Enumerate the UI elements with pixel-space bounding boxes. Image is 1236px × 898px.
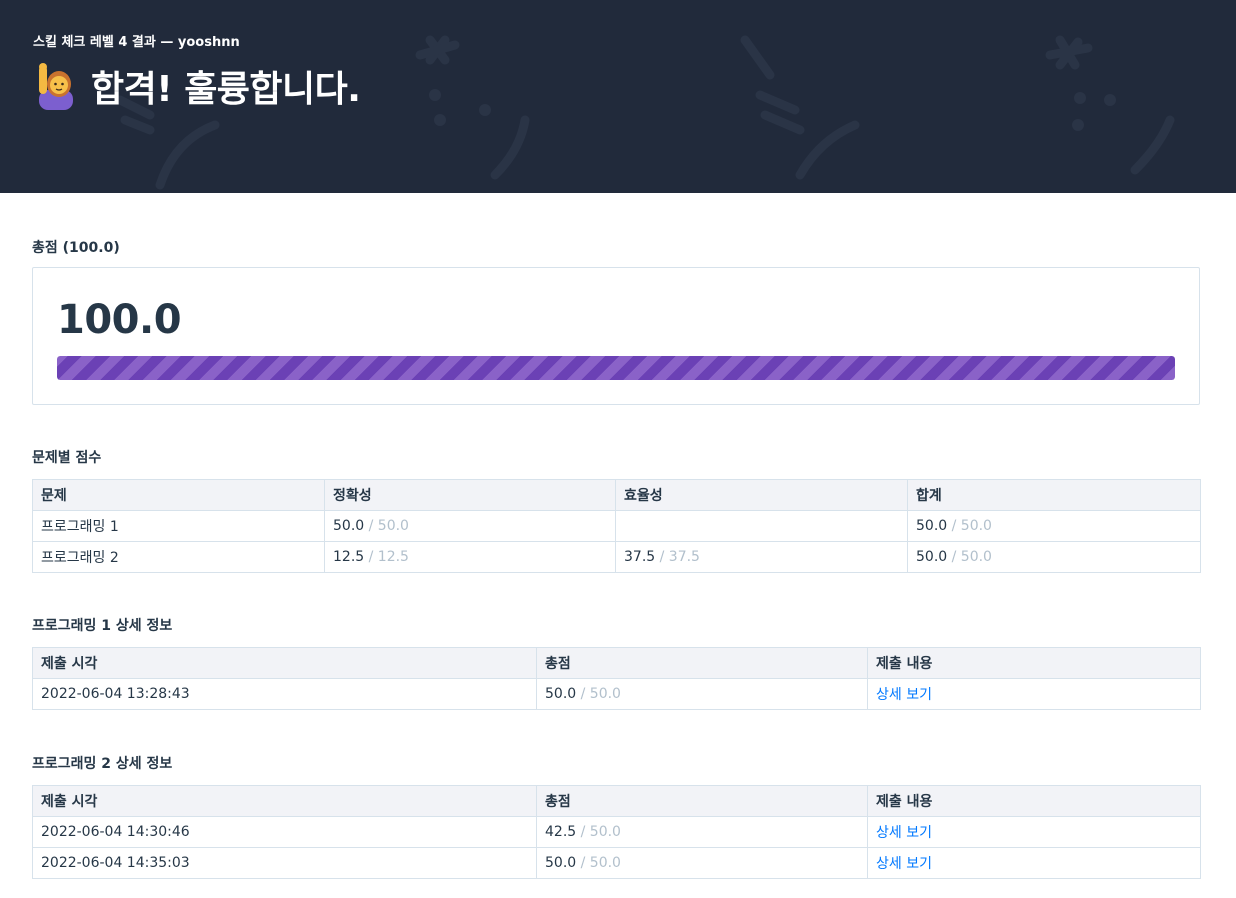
score-cell: 50.0 / 50.0	[536, 847, 868, 879]
total-score-value: 100.0	[57, 297, 182, 343]
table-header-row: 문제 정확성 효율성 합계	[32, 479, 1201, 511]
column-header-total: 합계	[907, 479, 1201, 511]
view-details-link[interactable]: 상세 보기	[876, 825, 932, 841]
problem-name: 프로그래밍 2	[32, 541, 325, 573]
column-header-submit-time: 제출 시각	[32, 647, 537, 679]
score-cell: 50.0 / 50.0	[536, 678, 868, 710]
total-cell: 50.0 / 50.0	[907, 510, 1201, 542]
table-row: 2022-06-04 14:35:03 50.0 / 50.0 상세 보기	[32, 847, 1201, 879]
detail-section-problem-2: 프로그래밍 2 상세 정보 제출 시각 총점 제출 내용 2022-06-04 …	[32, 753, 1201, 879]
person-raising-hand-icon	[39, 63, 73, 110]
efficiency-cell: 37.5 / 37.5	[615, 541, 908, 573]
result-title-row: 합격! 훌륭합니다.	[33, 60, 361, 112]
table-header-row: 제출 시각 총점 제출 내용	[32, 647, 1201, 679]
accuracy-score: 12.5	[333, 549, 365, 565]
accuracy-score: 50.0	[333, 518, 365, 534]
submit-time: 2022-06-04 14:30:46	[32, 816, 537, 848]
result-title: 합격! 훌륭합니다.	[91, 69, 361, 110]
total-score-progress-fill	[57, 356, 1175, 380]
detail-title-problem-1: 프로그래밍 1 상세 정보	[32, 618, 173, 634]
table-header-row: 제출 시각 총점 제출 내용	[32, 785, 1201, 817]
problem-name: 프로그래밍 1	[32, 510, 325, 542]
link-cell: 상세 보기	[867, 847, 1201, 879]
view-details-link[interactable]: 상세 보기	[876, 687, 932, 703]
column-header-submit-time: 제출 시각	[32, 785, 537, 817]
submission-max: / 50.0	[580, 686, 621, 702]
submissions-table-problem-1: 제출 시각 총점 제출 내용 2022-06-04 13:28:43 50.0 …	[32, 647, 1201, 710]
table-row: 2022-06-04 13:28:43 50.0 / 50.0 상세 보기	[32, 678, 1201, 710]
link-cell: 상세 보기	[867, 816, 1201, 848]
table-row: 프로그래밍 2 12.5 / 12.5 37.5 / 37.5 50.0 / 5…	[32, 541, 1201, 573]
link-cell: 상세 보기	[867, 678, 1201, 710]
total-max: / 50.0	[951, 518, 992, 534]
submission-score: 50.0	[545, 855, 577, 871]
submission-max: / 50.0	[580, 855, 621, 871]
detail-section-problem-1: 프로그래밍 1 상세 정보 제출 시각 총점 제출 내용 2022-06-04 …	[32, 615, 1201, 710]
efficiency-cell	[615, 510, 908, 542]
column-header-problem: 문제	[32, 479, 325, 511]
submit-time: 2022-06-04 14:35:03	[32, 847, 537, 879]
total-max: / 50.0	[951, 549, 992, 565]
column-header-accuracy: 정확성	[324, 479, 616, 511]
column-header-score: 총점	[536, 647, 868, 679]
total-score-card: 100.0	[32, 267, 1200, 405]
accuracy-max: / 12.5	[368, 549, 409, 565]
detail-title-problem-2: 프로그래밍 2 상세 정보	[32, 756, 173, 772]
view-details-link[interactable]: 상세 보기	[876, 856, 932, 872]
column-header-score: 총점	[536, 785, 868, 817]
total-cell: 50.0 / 50.0	[907, 541, 1201, 573]
column-header-submission: 제출 내용	[867, 647, 1201, 679]
problem-scores-section: 문제별 점수 문제 정확성 효율성 합계 프로그래밍 1 50.0 / 50.0…	[32, 447, 1201, 573]
efficiency-score: 37.5	[624, 549, 656, 565]
submission-max: / 50.0	[580, 824, 621, 840]
efficiency-max: / 37.5	[659, 549, 700, 565]
table-row: 프로그래밍 1 50.0 / 50.0 50.0 / 50.0	[32, 510, 1201, 542]
total-score: 50.0	[916, 518, 948, 534]
table-row: 2022-06-04 14:30:46 42.5 / 50.0 상세 보기	[32, 816, 1201, 848]
problem-scores-table: 문제 정확성 효율성 합계 프로그래밍 1 50.0 / 50.0 50.0 /…	[32, 479, 1201, 573]
column-header-submission: 제출 내용	[867, 785, 1201, 817]
accuracy-max: / 50.0	[368, 518, 409, 534]
total-score-progress	[57, 356, 1175, 380]
problem-scores-title: 문제별 점수	[32, 450, 102, 466]
submit-time: 2022-06-04 13:28:43	[32, 678, 537, 710]
column-header-efficiency: 효율성	[615, 479, 908, 511]
score-cell: 42.5 / 50.0	[536, 816, 868, 848]
result-header: 스킬 체크 레벨 4 결과 — yooshnn 합격! 훌륭합니다.	[0, 0, 1236, 193]
total-score-title: 총점 (100.0)	[32, 240, 120, 256]
submission-score: 42.5	[545, 824, 577, 840]
submission-score: 50.0	[545, 686, 577, 702]
accuracy-cell: 12.5 / 12.5	[324, 541, 616, 573]
total-score: 50.0	[916, 549, 948, 565]
result-subtitle: 스킬 체크 레벨 4 결과 — yooshnn	[33, 35, 240, 50]
accuracy-cell: 50.0 / 50.0	[324, 510, 616, 542]
submissions-table-problem-2: 제출 시각 총점 제출 내용 2022-06-04 14:30:46 42.5 …	[32, 785, 1201, 879]
